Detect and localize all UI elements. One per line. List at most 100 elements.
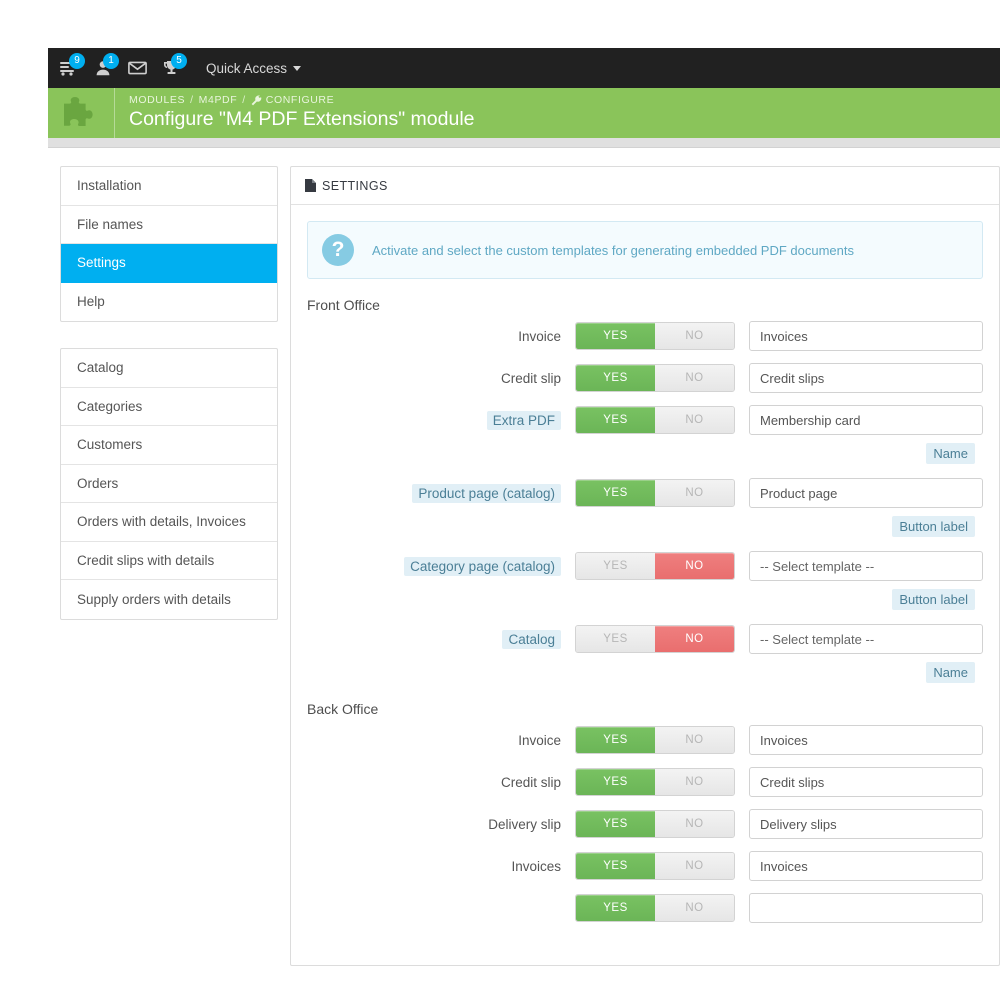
toggle-extra-pdf[interactable]: YES NO (575, 406, 735, 434)
toggle-no-option[interactable]: NO (655, 407, 734, 433)
quick-access-menu[interactable]: Quick Access (206, 61, 302, 76)
sidebar-item-catalog[interactable]: Catalog (61, 349, 277, 388)
text-input-delivery-slip[interactable]: Delivery slips (749, 809, 983, 839)
browser-page: 9 1 5 Quick Access MODULES / M4PDF / CON… (48, 48, 1000, 1000)
toggle-product-page-catalog[interactable]: YES NO (575, 479, 735, 507)
label-tag: Catalog (502, 629, 561, 649)
toggle-yes-option[interactable]: YES (576, 480, 655, 506)
toggle-category-page-catalog[interactable]: YES NO (575, 552, 735, 580)
toggle-credit-slip[interactable]: YES NO (575, 364, 735, 392)
text-input-extra-pdf[interactable]: Membership card (749, 405, 983, 435)
toggle-invoice[interactable]: YES NO (575, 726, 735, 754)
section-title: Back Office (307, 701, 379, 717)
info-alert: ? Activate and select the custom templat… (307, 221, 983, 279)
form-row-label: Credit slip (500, 370, 561, 386)
content-area: Installation File names Settings Help Catal… (48, 148, 1000, 966)
sidebar-item-supply-orders-with-details[interactable]: Supply orders with details (61, 580, 277, 619)
label-tag: Extra PDF (486, 410, 561, 430)
text-input-product-page-catalog[interactable]: Product page (749, 478, 983, 508)
settings-card-body: ? Activate and select the custom templat… (291, 205, 999, 923)
toggle-row[interactable]: YES NO (575, 894, 735, 922)
toggle-delivery-slip[interactable]: YES NO (575, 810, 735, 838)
toggle-yes-option[interactable]: YES (576, 769, 655, 795)
toggle-yes-option[interactable]: YES (576, 407, 655, 433)
sidebar-item-help[interactable]: Help (61, 283, 277, 322)
toggle-no-option[interactable]: NO (655, 727, 734, 753)
toggle-no-option[interactable]: NO (655, 480, 734, 506)
section-title: Front Office (307, 297, 380, 313)
sidebar-item-file-names[interactable]: File names (61, 206, 277, 244)
toggle-credit-slip[interactable]: YES NO (575, 768, 735, 796)
form-row-label: Catalog (307, 629, 575, 649)
cart-icon[interactable]: 9 (52, 48, 86, 88)
toggle-yes-option[interactable]: YES (576, 727, 655, 753)
settings-card: SETTINGS ? Activate and select the custo… (290, 166, 1000, 966)
toggle-catalog[interactable]: YES NO (575, 625, 735, 653)
form-sub-row: Name (307, 662, 983, 683)
sidebar-item-customers[interactable]: Customers (61, 426, 277, 465)
form-row-label: Invoices (511, 858, 561, 874)
question-mark-icon: ? (322, 234, 354, 266)
toggle-no-option[interactable]: NO (655, 853, 734, 879)
text-input-credit-slip[interactable]: Credit slips (749, 363, 983, 393)
form-row-label: Extra PDF (307, 410, 575, 430)
sidebar-item-label: Catalog (77, 360, 124, 376)
toggle-yes-option[interactable]: YES (576, 323, 655, 349)
sidebar-item-label: Supply orders with details (77, 591, 231, 607)
breadcrumb-item-m4pdf[interactable]: M4PDF (199, 94, 238, 106)
cart-badge: 9 (69, 53, 85, 69)
form-row-label: Product page (catalog) (307, 483, 575, 503)
template-select-category-page-catalog[interactable]: -- Select template -- (749, 551, 983, 581)
breadcrumb-item-modules[interactable]: MODULES (129, 94, 185, 106)
trophy-icon[interactable]: 5 (154, 48, 188, 88)
sidebar-item-orders-with-details-invoices[interactable]: Orders with details, Invoices (61, 503, 277, 542)
sidebar-item-credit-slips-with-details[interactable]: Credit slips with details (61, 542, 277, 580)
screenshot-root: 9 1 5 Quick Access MODULES / M4PDF / CON… (0, 0, 1000, 1000)
toggle-no-option[interactable]: NO (655, 769, 734, 795)
sidebar-item-installation[interactable]: Installation (61, 167, 277, 206)
text-input-row[interactable] (749, 893, 983, 923)
form-row: Product page (catalog) YES NO Product page (307, 478, 983, 508)
form-sub-row: Name (307, 443, 983, 464)
toggle-no-option[interactable]: NO (655, 626, 734, 652)
customers-icon[interactable]: 1 (86, 48, 120, 88)
toggle-yes-option[interactable]: YES (576, 811, 655, 837)
form-sub-row: Button label (307, 589, 983, 610)
trophy-badge: 5 (171, 53, 187, 69)
sub-label-tag: Name (926, 443, 975, 464)
template-select-catalog[interactable]: -- Select template -- (749, 624, 983, 654)
toggle-yes-option[interactable]: YES (576, 553, 655, 579)
sidebar-item-settings[interactable]: Settings (61, 244, 277, 283)
toggle-invoices[interactable]: YES NO (575, 852, 735, 880)
sidebar-panel-module-nav: Installation File names Settings Help (60, 166, 278, 322)
text-input-invoices[interactable]: Invoices (749, 851, 983, 881)
sidebar-item-orders[interactable]: Orders (61, 465, 277, 503)
settings-card-title: SETTINGS (322, 178, 388, 193)
form-row: Invoices YES NO Invoices (307, 851, 983, 881)
toggle-no-option[interactable]: NO (655, 553, 734, 579)
toggle-no-option[interactable]: NO (655, 323, 734, 349)
sidebar-item-label: File names (77, 216, 144, 232)
text-input-invoice[interactable]: Invoices (749, 725, 983, 755)
sidebar-item-categories[interactable]: Categories (61, 388, 277, 426)
settings-card-header: SETTINGS (291, 167, 999, 205)
toggle-yes-option[interactable]: YES (576, 365, 655, 391)
form-row: Credit slip YES NO Credit slips (307, 767, 983, 797)
sidebar-panel-templates: Catalog Categories Customers Orders Orders w… (60, 348, 278, 620)
sidebar-item-label: Installation (77, 178, 142, 194)
text-input-credit-slip[interactable]: Credit slips (749, 767, 983, 797)
sidebar-item-label: Help (77, 294, 105, 310)
sidebar-item-label: Customers (77, 437, 143, 453)
toggle-invoice[interactable]: YES NO (575, 322, 735, 350)
settings-form: Front Office Invoice YES NO Invoices Credit s… (307, 297, 983, 923)
toggle-no-option[interactable]: NO (655, 811, 734, 837)
breadcrumb-item-configure[interactable]: CONFIGURE (266, 94, 334, 106)
toggle-no-option[interactable]: NO (655, 365, 734, 391)
form-row: Category page (catalog) YES NO -- Select te… (307, 551, 983, 581)
toggle-yes-option[interactable]: YES (576, 895, 655, 921)
toggle-yes-option[interactable]: YES (576, 626, 655, 652)
mail-icon[interactable] (120, 48, 154, 88)
toggle-no-option[interactable]: NO (655, 895, 734, 921)
toggle-yes-option[interactable]: YES (576, 853, 655, 879)
text-input-invoice[interactable]: Invoices (749, 321, 983, 351)
